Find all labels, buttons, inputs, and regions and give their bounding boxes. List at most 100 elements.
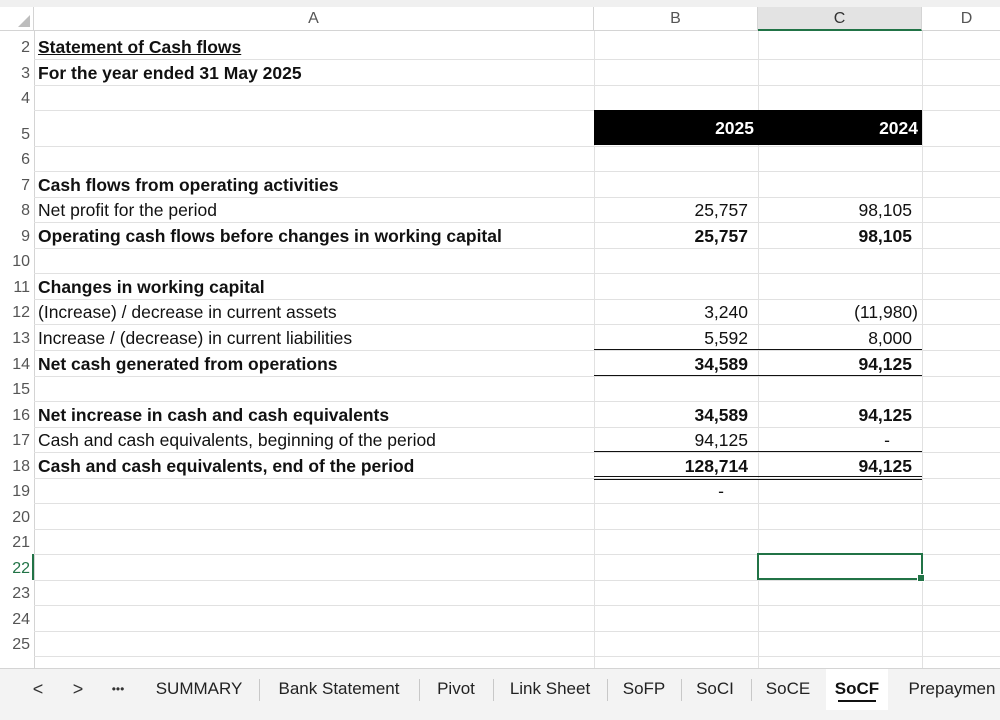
scroll-tabs-right-icon[interactable]: > <box>68 677 88 701</box>
cell-b8[interactable]: 25,757 <box>594 199 748 221</box>
row-header-9[interactable]: 9 <box>0 226 30 248</box>
cell-b14[interactable]: 34,589 <box>594 353 748 375</box>
grid-line <box>34 427 1000 428</box>
column-header-b[interactable]: B <box>594 7 758 31</box>
cell-c12[interactable]: (11,980) <box>758 301 918 323</box>
cell-a2[interactable]: Statement of Cash flows <box>38 36 241 58</box>
row-header-8[interactable]: 8 <box>0 200 30 222</box>
row-header-23[interactable]: 23 <box>0 583 30 605</box>
sheet-tab-soci[interactable]: SoCI <box>682 669 748 710</box>
column-header-a[interactable]: A <box>34 7 594 31</box>
fill-handle[interactable] <box>917 574 925 582</box>
total-border-row18-top <box>594 451 922 452</box>
year-header-2024: 2024 <box>879 118 918 138</box>
sheet-tab-label: SoCF <box>834 679 880 698</box>
grid-line <box>34 59 1000 60</box>
row-header-6[interactable]: 6 <box>0 149 30 171</box>
grid-line <box>34 452 1000 453</box>
cell-c16[interactable]: 94,125 <box>758 404 912 426</box>
grid-line <box>34 376 1000 377</box>
grid-line <box>34 656 1000 657</box>
row-selected-indicator <box>32 554 34 580</box>
grid-line <box>34 222 1000 223</box>
grid-line <box>34 85 1000 86</box>
sheet-tab-summary[interactable]: SUMMARY <box>142 669 256 710</box>
cell-c13[interactable]: 8,000 <box>758 327 912 349</box>
grid-line <box>34 273 1000 274</box>
cell-c17[interactable]: - <box>758 429 890 451</box>
cell-a18[interactable]: Cash and cash equivalents, end of the pe… <box>38 455 414 477</box>
column-header-d[interactable]: D <box>922 7 1000 31</box>
row-header-10[interactable]: 10 <box>0 251 30 273</box>
tab-separator <box>419 679 420 701</box>
row-header-20[interactable]: 20 <box>0 507 30 529</box>
grid-line <box>34 401 1000 402</box>
row-header-22[interactable]: 22 <box>0 558 30 580</box>
row-header-17[interactable]: 17 <box>0 430 30 452</box>
cell-c8[interactable]: 98,105 <box>758 199 912 221</box>
sheet-tab-bank-statement[interactable]: Bank Statement <box>260 669 418 710</box>
cell-b18[interactable]: 128,714 <box>594 455 748 477</box>
sheet-tab-soce[interactable]: SoCE <box>752 669 824 710</box>
row-header-14[interactable]: 14 <box>0 354 30 376</box>
sheet-tab-bar: < > ••• SUMMARY Bank Statement Pivot Link S… <box>0 668 1000 710</box>
select-all-triangle-icon <box>18 15 30 27</box>
more-tabs-icon[interactable]: ••• <box>106 677 130 701</box>
row-header-25[interactable]: 25 <box>0 634 30 656</box>
tab-separator <box>259 679 260 701</box>
row-header-13[interactable]: 13 <box>0 328 30 350</box>
sheet-tab-label: SUMMARY <box>155 679 243 698</box>
cell-b9[interactable]: 25,757 <box>594 225 748 247</box>
grid-line <box>34 146 1000 147</box>
cell-a17[interactable]: Cash and cash equivalents, beginning of … <box>38 429 436 451</box>
sheet-tab-label: Bank Statement <box>278 679 400 698</box>
scroll-tabs-left-icon[interactable]: < <box>28 677 48 701</box>
row-header-12[interactable]: 12 <box>0 302 30 324</box>
cell-b13[interactable]: 5,592 <box>594 327 748 349</box>
sheet-tab-label: SoFP <box>622 679 666 698</box>
sheet-tab-label: Prepaymen <box>908 679 996 698</box>
status-bar <box>0 710 1000 720</box>
cell-a13[interactable]: Increase / (decrease) in current liabili… <box>38 327 352 349</box>
row-header-4[interactable]: 4 <box>0 88 30 110</box>
cell-a9[interactable]: Operating cash flows before changes in w… <box>38 225 502 247</box>
column-header-c[interactable]: C <box>758 7 922 31</box>
year-header-block: 2025 2024 <box>594 110 922 145</box>
cell-a3[interactable]: For the year ended 31 May 2025 <box>38 62 302 84</box>
cell-c18[interactable]: 94,125 <box>758 455 912 477</box>
row-header-11[interactable]: 11 <box>0 277 30 299</box>
row-header-21[interactable]: 21 <box>0 532 30 554</box>
row-header-7[interactable]: 7 <box>0 175 30 197</box>
row-header-19[interactable]: 19 <box>0 481 30 503</box>
sheet-tab-prepaymen[interactable]: Prepaymen <box>892 669 1000 710</box>
sheet-tab-sofp[interactable]: SoFP <box>608 669 680 710</box>
cell-b12[interactable]: 3,240 <box>594 301 748 323</box>
row-header-18[interactable]: 18 <box>0 456 30 478</box>
window-top-strip <box>0 0 1000 7</box>
cell-a12[interactable]: (Increase) / decrease in current assets <box>38 301 337 323</box>
row-header-24[interactable]: 24 <box>0 609 30 631</box>
sheet-tab-link-sheet[interactable]: Link Sheet <box>494 669 606 710</box>
cell-a14[interactable]: Net cash generated from operations <box>38 353 338 375</box>
cell-b19[interactable]: - <box>594 480 724 502</box>
cell-c14[interactable]: 94,125 <box>758 353 912 375</box>
total-border-row18-bottom1 <box>594 476 922 477</box>
sheet-tab-socf[interactable]: SoCF <box>826 669 888 710</box>
grid-line <box>34 324 1000 325</box>
cell-a8[interactable]: Net profit for the period <box>38 199 217 221</box>
grid-line <box>34 605 1000 606</box>
cell-c9[interactable]: 98,105 <box>758 225 912 247</box>
sheet-tab-pivot[interactable]: Pivot <box>420 669 492 710</box>
row-header-2[interactable]: 2 <box>0 37 30 59</box>
cell-b16[interactable]: 34,589 <box>594 404 748 426</box>
row-header-16[interactable]: 16 <box>0 405 30 427</box>
row-header-3[interactable]: 3 <box>0 63 30 85</box>
row-header-5[interactable]: 5 <box>0 124 30 146</box>
row-header-15[interactable]: 15 <box>0 379 30 401</box>
cell-a16[interactable]: Net increase in cash and cash equivalent… <box>38 404 389 426</box>
cell-a7[interactable]: Cash flows from operating activities <box>38 174 338 196</box>
selected-cell-c22[interactable] <box>757 553 925 582</box>
cell-b17[interactable]: 94,125 <box>594 429 748 451</box>
select-all-corner[interactable] <box>0 7 34 31</box>
cell-a11[interactable]: Changes in working capital <box>38 276 265 298</box>
